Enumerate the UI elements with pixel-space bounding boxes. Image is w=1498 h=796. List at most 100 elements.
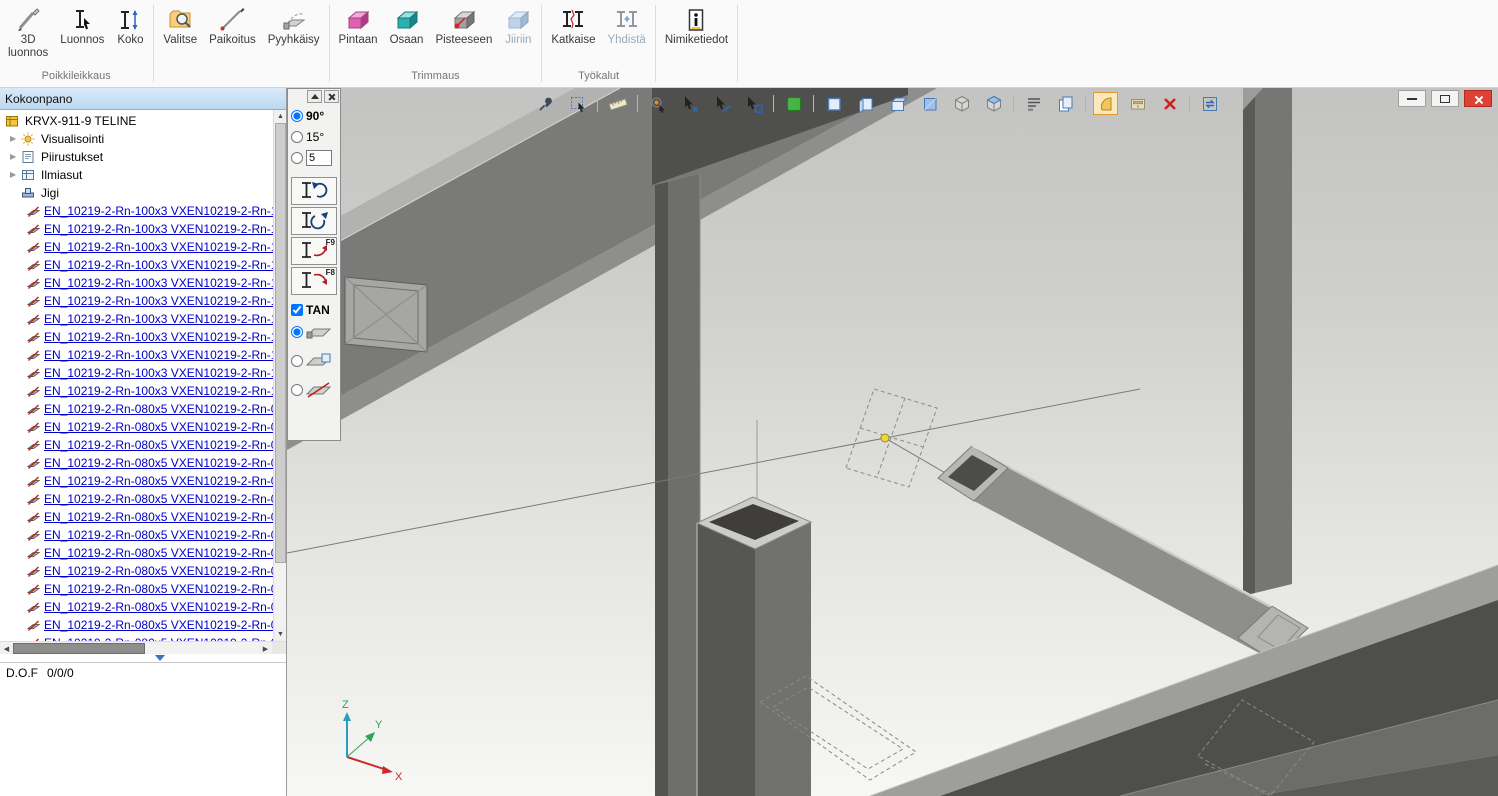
viewport-tool-highlight-face[interactable] (781, 92, 806, 115)
trim-to-face-button[interactable]: Pintaan (333, 2, 384, 70)
tree-item-piirustukset[interactable]: Piirustukset (0, 148, 273, 166)
viewport-tool-copy-attributes[interactable] (1053, 92, 1078, 115)
left-column[interactable] (655, 174, 700, 796)
scrollbar-track[interactable] (145, 642, 259, 654)
angle-step-input[interactable] (306, 150, 332, 166)
viewport-tool-view-left[interactable] (853, 92, 878, 115)
minimize-button[interactable] (1398, 90, 1426, 107)
expand-arrow-icon[interactable] (10, 166, 21, 184)
tree-item-part[interactable]: EN_10219-2-Rn-080x5 VXEN10219-2-Rn-0 (0, 544, 273, 562)
tree-item-part[interactable]: EN_10219-2-Rn-080x5 VXEN10219-2-Rn-0 (0, 580, 273, 598)
tree-item-part[interactable]: EN_10219-2-Rn-080x5 VXEN10219-2-Rn-0 (0, 490, 273, 508)
panel-collapse-button[interactable] (307, 90, 322, 103)
tree-item-part[interactable]: EN_10219-2-Rn-100x3 VXEN10219-2-Rn-1 (0, 274, 273, 292)
rotate-cw-button[interactable] (291, 207, 337, 235)
scroll-down-icon[interactable] (274, 628, 286, 641)
scroll-up-icon[interactable] (274, 110, 286, 123)
viewport-tool-view-iso[interactable] (949, 92, 974, 115)
viewport-tool-tangent-arc[interactable] (1093, 92, 1118, 115)
tree-item-part[interactable]: EN_10219-2-Rn-100x3 VXEN10219-2-Rn-1 (0, 364, 273, 382)
sweep-button[interactable]: Pyyhkäisy (262, 2, 326, 82)
join-button[interactable]: Yhdistä (601, 2, 651, 70)
tree-item-jigi[interactable]: Jigi (0, 184, 273, 202)
scrollbar-thumb[interactable] (275, 123, 286, 563)
tree-item-part[interactable]: EN_10219-2-Rn-100x3 VXEN10219-2-Rn-1 (0, 310, 273, 328)
tree-item-part[interactable]: EN_10219-2-Rn-080x5 VXEN10219-2-Rn-0 (0, 526, 273, 544)
viewport-tool-select-edge[interactable] (709, 92, 734, 115)
tree-item-part[interactable]: EN_10219-2-Rn-100x3 VXEN10219-2-Rn-1 (0, 202, 273, 220)
viewport-tool-pin[interactable] (533, 92, 558, 115)
position-button[interactable]: Paikoitus (203, 2, 262, 82)
splitter-grip-icon[interactable] (155, 655, 165, 661)
tree-item-part[interactable]: EN_10219-2-Rn-100x3 VXEN10219-2-Rn-1 (0, 220, 273, 238)
tree-item-part[interactable]: EN_10219-2-Rn-080x5 VXEN10219-2-Rn-0 (0, 634, 273, 641)
sweep-mode-2-option[interactable] (289, 346, 339, 375)
sweep-mode-1-option[interactable] (289, 317, 339, 346)
viewport-tool-snap-center[interactable] (645, 92, 670, 115)
angle-15-option[interactable]: 15° (289, 126, 339, 147)
tree-item-part[interactable]: EN_10219-2-Rn-100x3 VXEN10219-2-Rn-1 (0, 382, 273, 400)
right-column[interactable] (1243, 88, 1292, 596)
close-button[interactable] (1464, 90, 1492, 107)
panel-close-button[interactable] (324, 90, 339, 103)
tree-item-part[interactable]: EN_10219-2-Rn-080x5 VXEN10219-2-Rn-0 (0, 616, 273, 634)
tree-item-part[interactable]: EN_10219-2-Rn-100x3 VXEN10219-2-Rn-1 (0, 346, 273, 364)
sketch-button[interactable]: Luonnos (54, 2, 110, 70)
trim-to-part-button[interactable]: Osaan (384, 2, 430, 70)
tangent-checkbox[interactable] (291, 304, 303, 316)
tree-item-part[interactable]: EN_10219-2-Rn-080x5 VXEN10219-2-Rn-0 (0, 472, 273, 490)
sketch-plane[interactable] (846, 389, 937, 487)
angle-custom-radio[interactable] (291, 152, 303, 164)
tree-item-part[interactable]: EN_10219-2-Rn-080x5 VXEN10219-2-Rn-0 (0, 436, 273, 454)
item-info-button[interactable]: Nimiketiedot (659, 2, 734, 82)
tree-item-ilmiasut[interactable]: Ilmiasut (0, 166, 273, 184)
angle-90-option[interactable]: 90° (289, 105, 339, 126)
tangent-option[interactable]: TAN (289, 303, 339, 317)
flip-f8-button[interactable]: F8 (291, 267, 337, 295)
viewport-tool-select-face[interactable] (741, 92, 766, 115)
3d-viewport[interactable]: X Y Z 90° 15° F9 (287, 88, 1498, 796)
3d-sketch-button[interactable]: 3D luonnos (2, 2, 54, 70)
viewport-tool-storage[interactable] (1125, 92, 1150, 115)
active-point-marker[interactable] (881, 434, 889, 442)
tree-item-part[interactable]: EN_10219-2-Rn-100x3 VXEN10219-2-Rn-1 (0, 256, 273, 274)
tree-item-visualisointi[interactable]: Visualisointi (0, 130, 273, 148)
trim-to-point-button[interactable]: Pisteeseen (429, 2, 498, 70)
diagonal-beam[interactable] (287, 88, 937, 450)
tree-item-part[interactable]: EN_10219-2-Rn-080x5 VXEN10219-2-Rn-0 (0, 400, 273, 418)
tree-item-part[interactable]: EN_10219-2-Rn-080x5 VXEN10219-2-Rn-0 (0, 562, 273, 580)
angle-custom-option[interactable] (289, 147, 339, 168)
panel-splitter[interactable] (0, 654, 286, 662)
tree-item-part[interactable]: EN_10219-2-Rn-100x3 VXEN10219-2-Rn-1 (0, 328, 273, 346)
sweep-mode-2-radio[interactable] (291, 355, 303, 367)
rotate-ccw-button[interactable] (291, 177, 337, 205)
tree-item-part[interactable]: EN_10219-2-Rn-080x5 VXEN10219-2-Rn-0 (0, 508, 273, 526)
tree-item-root[interactable]: KRVX-911-9 TELINE (0, 112, 273, 130)
viewport-tool-view-iso-select[interactable] (981, 92, 1006, 115)
vertical-scrollbar[interactable] (273, 110, 286, 641)
tree-item-part[interactable]: EN_10219-2-Rn-100x3 VXEN10219-2-Rn-1 (0, 238, 273, 256)
viewport-tool-zoom-region[interactable] (565, 92, 590, 115)
expand-arrow-icon[interactable] (10, 130, 21, 148)
select-button[interactable]: Valitse (157, 2, 203, 82)
viewport-tool-view-front[interactable] (821, 92, 846, 115)
viewport-tool-view-shaded[interactable] (917, 92, 942, 115)
expand-arrow-icon[interactable] (10, 148, 21, 166)
size-button[interactable]: Koko (110, 2, 150, 70)
tree-item-part[interactable]: EN_10219-2-Rn-080x5 VXEN10219-2-Rn-0 (0, 598, 273, 616)
viewport-tool-swap-view[interactable] (1197, 92, 1222, 115)
flip-f9-button[interactable]: F9 (291, 237, 337, 265)
tree-item-part[interactable]: EN_10219-2-Rn-080x5 VXEN10219-2-Rn-0 (0, 418, 273, 436)
sweep-mode-1-radio[interactable] (291, 326, 303, 338)
viewport-tool-view-top[interactable] (885, 92, 910, 115)
angle-15-radio[interactable] (291, 131, 303, 143)
miter-button[interactable]: Jiiriin (498, 2, 538, 70)
split-button[interactable]: Katkaise (545, 2, 601, 70)
viewport-tool-measure[interactable] (605, 92, 630, 115)
viewport-tool-part-list[interactable] (1021, 92, 1046, 115)
tree-item-part[interactable]: EN_10219-2-Rn-100x3 VXEN10219-2-Rn-1 (0, 292, 273, 310)
sweep-mode-3-radio[interactable] (291, 384, 303, 396)
viewport-tool-delete[interactable] (1157, 92, 1182, 115)
beam-end-section[interactable] (345, 277, 427, 352)
horizontal-scrollbar[interactable] (0, 641, 286, 654)
